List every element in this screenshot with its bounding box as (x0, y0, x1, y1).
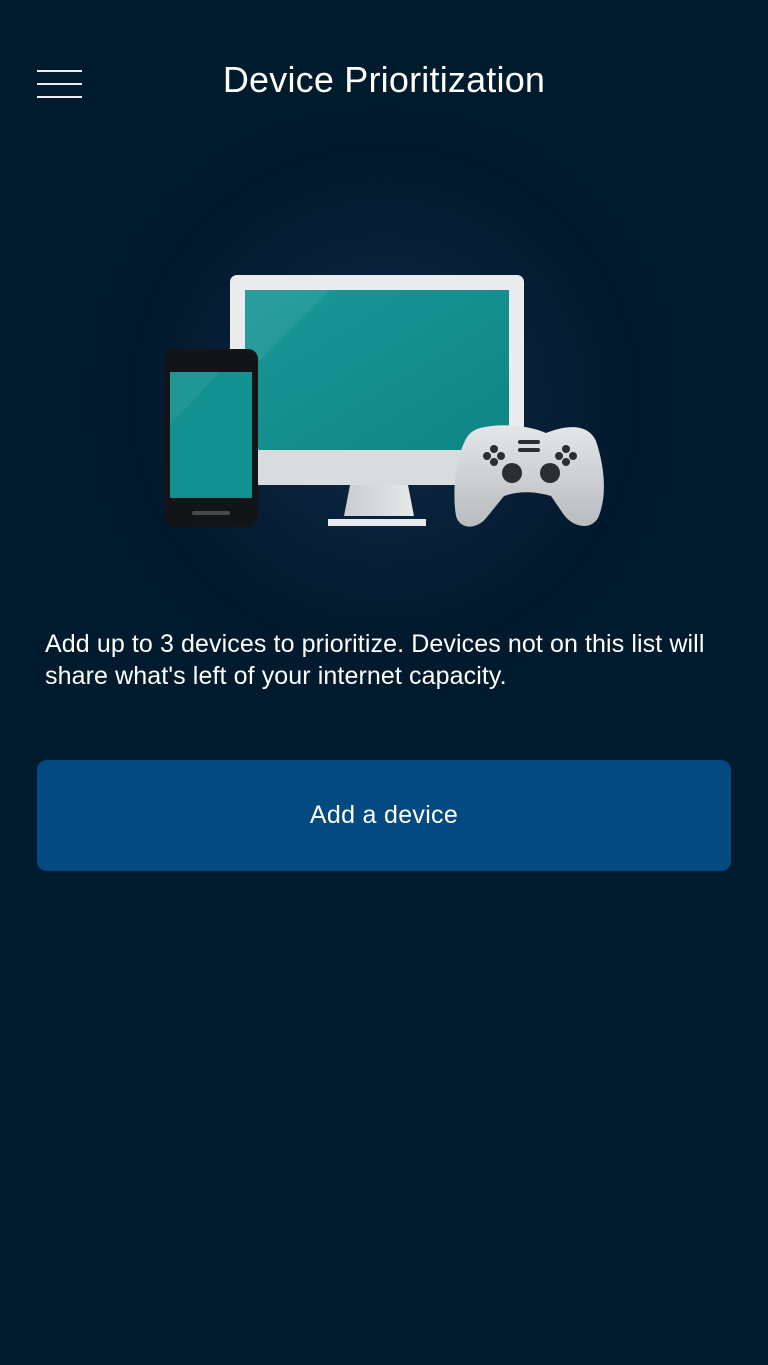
add-device-button[interactable]: Add a device (37, 760, 731, 871)
smartphone-icon (165, 349, 258, 527)
app-screen: Device Prioritization Add up to 3 device… (0, 0, 768, 1365)
game-controller-icon (454, 425, 604, 527)
add-device-button-label: Add a device (309, 801, 459, 829)
description-text: Add up to 3 devices to prioritize. Devic… (45, 630, 705, 690)
page-title: Device Prioritization (222, 59, 546, 100)
devices-illustration (165, 275, 604, 527)
